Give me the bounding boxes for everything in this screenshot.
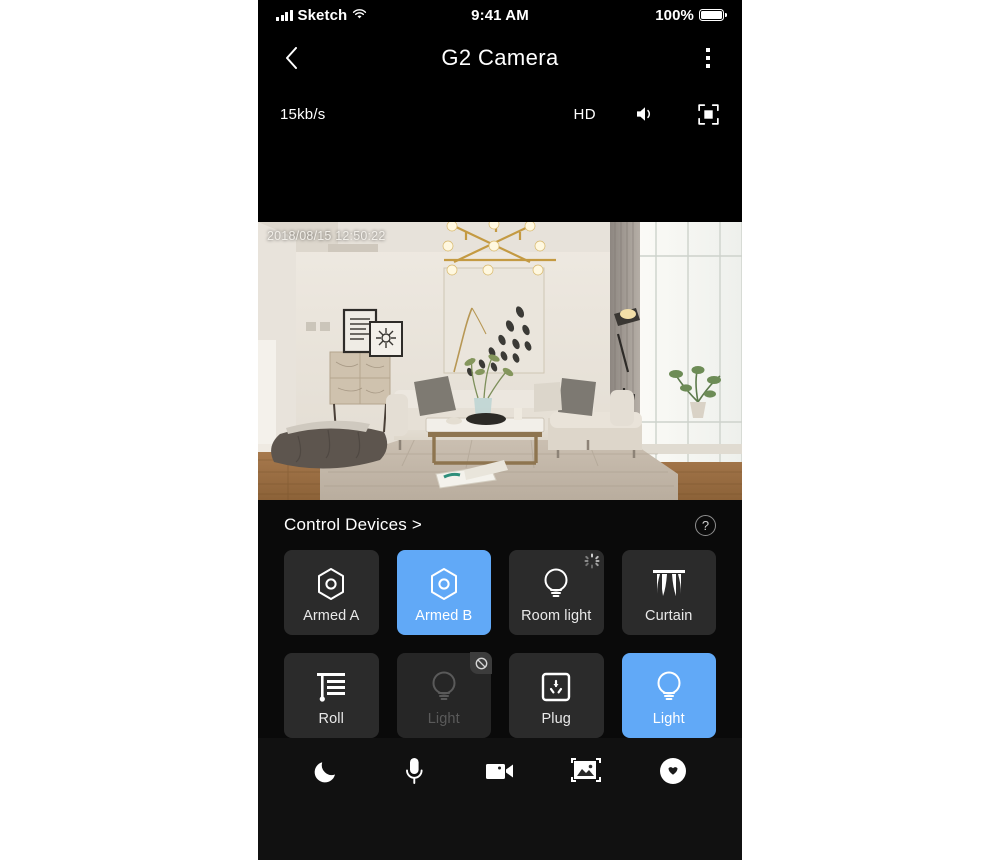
shield-armed-icon	[429, 564, 459, 604]
moon-icon	[314, 762, 336, 783]
device-tile-label: Roll	[318, 710, 344, 727]
device-tile-label: Room light	[521, 607, 592, 624]
home-indicator-area	[258, 818, 742, 860]
heart-circle-icon	[659, 758, 686, 784]
favorite-button[interactable]	[651, 749, 695, 793]
device-tile-light-on[interactable]: Light	[621, 653, 716, 738]
blocked-icon	[470, 652, 492, 674]
camera-video-feed[interactable]: 2018/08/15 12:50:22	[258, 222, 742, 500]
status-bar-right: 100%	[655, 6, 727, 24]
battery-full-icon	[699, 9, 727, 21]
device-tile-armed-b[interactable]: Armed B	[396, 550, 491, 635]
control-devices-header: Control Devices > ?	[284, 500, 716, 546]
more-vertical-icon-dot	[706, 47, 710, 52]
curtain-icon	[651, 564, 687, 604]
device-tile-armed-a[interactable]: Armed A	[284, 550, 379, 635]
device-tile-curtain[interactable]: Curtain	[621, 550, 716, 635]
chevron-left-icon	[285, 46, 297, 69]
back-button[interactable]	[276, 43, 306, 73]
phone-screen: Sketch 9:41 AM 100% G2 Camera 15kb/s HD …	[258, 0, 742, 860]
status-bar: Sketch 9:41 AM 100%	[258, 0, 742, 30]
power-socket-icon	[540, 667, 572, 707]
device-tile-grid: Armed A Armed B Room light Curtain Roll …	[284, 546, 716, 738]
carrier-label: Sketch	[297, 6, 348, 24]
device-tile-label: Curtain	[645, 607, 693, 624]
bottom-toolbar	[258, 738, 742, 818]
device-tile-label: Light	[427, 710, 460, 727]
talk-button[interactable]	[392, 749, 436, 793]
bitrate-label: 15kb/s	[280, 105, 326, 123]
night-mode-button[interactable]	[305, 749, 349, 793]
living-room-frame	[258, 222, 742, 500]
control-devices-panel: Control Devices > ? Armed A Armed B Room…	[258, 500, 742, 738]
nav-bar: G2 Camera	[258, 30, 742, 85]
device-tile-label: Plug	[541, 710, 571, 727]
shield-armed-icon	[316, 564, 346, 604]
video-top-padding	[258, 143, 742, 222]
question-mark-icon[interactable]: ?	[695, 514, 716, 536]
player-controls: HD	[574, 102, 720, 126]
more-options-button[interactable]	[696, 45, 720, 71]
device-tile-plug[interactable]: Plug	[509, 653, 604, 738]
page-root: Sketch 9:41 AM 100% G2 Camera 15kb/s HD …	[0, 0, 1000, 860]
more-vertical-icon-dot	[706, 63, 710, 68]
device-tile-roll[interactable]: Roll	[284, 653, 379, 738]
signal-bars-icon	[276, 9, 293, 21]
video-timestamp: 2018/08/15 12:50:22	[267, 229, 386, 243]
bulb-icon	[654, 667, 684, 707]
battery-percent-label: 100%	[655, 6, 694, 24]
more-vertical-icon-dot	[706, 55, 710, 60]
sound-button[interactable]	[634, 102, 658, 126]
status-bar-left: Sketch	[276, 7, 367, 24]
roller-blind-icon	[314, 667, 348, 707]
quality-button[interactable]: HD	[574, 106, 596, 123]
fullscreen-button[interactable]	[696, 102, 720, 126]
bulb-icon	[541, 564, 571, 604]
record-button[interactable]	[478, 749, 522, 793]
wifi-icon	[352, 7, 367, 24]
device-tile-label: Armed A	[303, 607, 360, 624]
page-title: G2 Camera	[441, 44, 559, 70]
fullscreen-icon	[697, 103, 719, 125]
video-icon	[485, 764, 513, 779]
device-tile-label: Armed B	[415, 607, 473, 624]
photo-icon	[571, 758, 602, 782]
player-control-bar: 15kb/s HD	[258, 85, 742, 143]
control-devices-title[interactable]: Control Devices >	[284, 515, 422, 535]
device-tile-room-light[interactable]: Room light	[509, 550, 604, 635]
snapshot-button[interactable]	[564, 749, 608, 793]
device-tile-label: Light	[652, 710, 685, 727]
speaker-icon	[637, 107, 651, 121]
mic-icon	[405, 758, 423, 784]
bulb-icon	[429, 667, 459, 707]
device-tile-light-disabled[interactable]: Light	[396, 652, 492, 738]
loading-spinner-icon	[583, 552, 601, 570]
